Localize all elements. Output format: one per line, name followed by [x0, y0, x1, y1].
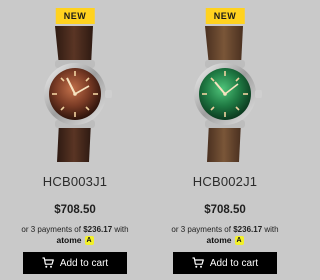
- installment-info: or 3 payments of $236.17 with atome A: [0, 224, 150, 246]
- product-card[interactable]: NEW: [0, 0, 150, 280]
- cart-icon: [192, 257, 204, 268]
- installment-info: or 3 payments of $236.17 with atome A: [150, 224, 300, 246]
- add-to-cart-label: Add to cart: [209, 257, 259, 269]
- add-to-cart-button[interactable]: Add to cart: [173, 252, 277, 274]
- atome-mark-icon: A: [84, 236, 94, 245]
- installment-prefix: or 3 payments of: [171, 225, 231, 234]
- installment-amount: $236.17: [83, 225, 113, 234]
- watch-image[interactable]: [175, 26, 275, 162]
- atome-provider[interactable]: atome A: [206, 235, 244, 246]
- new-badge: NEW: [55, 8, 95, 24]
- add-to-cart-label: Add to cart: [59, 257, 109, 269]
- product-sku[interactable]: HCB002J1: [150, 174, 300, 189]
- add-to-cart-button[interactable]: Add to cart: [23, 252, 127, 274]
- product-price: $708.50: [204, 204, 246, 216]
- product-price: $708.50: [54, 204, 96, 216]
- atome-logo: atome: [206, 235, 232, 245]
- installment-line: or 3 payments of $236.17 with: [0, 224, 150, 235]
- product-sku[interactable]: HCB003J1: [0, 174, 150, 189]
- installment-amount: $236.17: [233, 225, 263, 234]
- watch-image[interactable]: [25, 26, 125, 162]
- installment-line: or 3 payments of $236.17 with: [150, 224, 300, 235]
- cart-icon: [42, 257, 54, 268]
- installment-suffix: with: [114, 225, 129, 234]
- new-badge: NEW: [205, 8, 245, 24]
- atome-logo: atome: [56, 235, 82, 245]
- atome-mark-icon: A: [234, 236, 244, 245]
- installment-prefix: or 3 payments of: [21, 225, 81, 234]
- atome-provider[interactable]: atome A: [56, 235, 94, 246]
- product-card[interactable]: NEW: [150, 0, 300, 280]
- installment-suffix: with: [264, 225, 279, 234]
